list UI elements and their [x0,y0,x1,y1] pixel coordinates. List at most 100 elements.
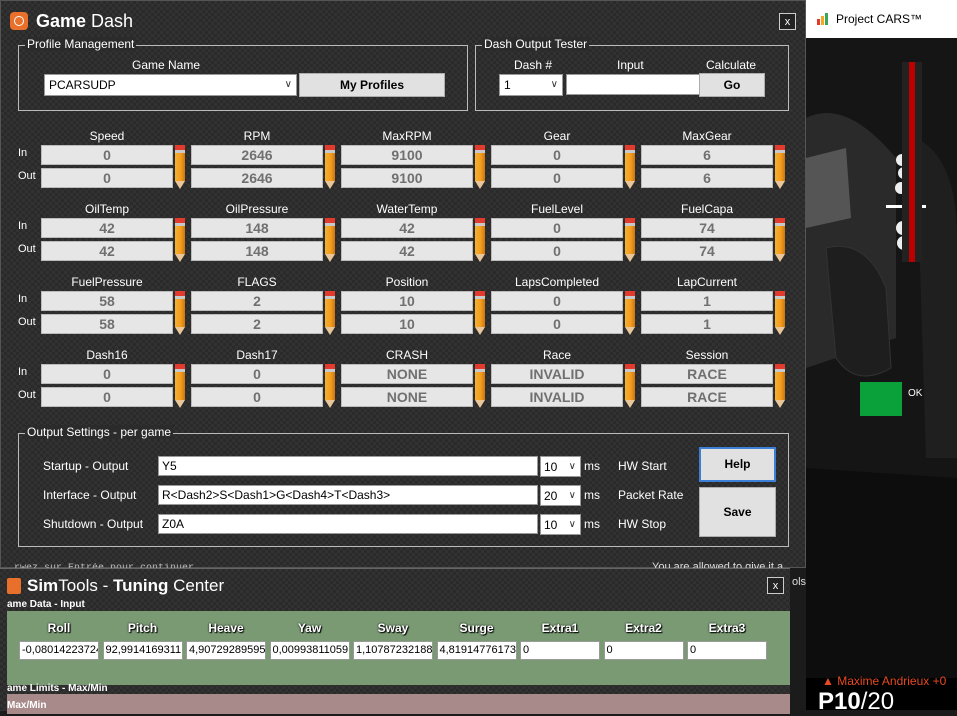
game-data-section-label: ame Data - Input [7,599,85,610]
edit-pencil-icon[interactable] [775,218,785,262]
channel-in-value: 0 [491,145,623,165]
row-label-out: Out [18,389,36,401]
close-button[interactable]: x [779,13,796,30]
interface-output-field[interactable]: R<Dash2>S<Dash1>G<Dash4>T<Dash3> [158,485,538,505]
game-dash-app-icon [10,12,28,30]
edit-pencil-icon[interactable] [625,218,635,262]
edit-pencil-icon[interactable] [175,145,185,189]
edit-pencil-icon[interactable] [625,145,635,189]
channel-label: OilTemp [84,202,129,216]
channel-out-value: 74 [641,241,773,261]
edit-pencil-icon[interactable] [325,364,335,408]
axis-value-field[interactable]: 1,10787232188 [353,641,433,660]
edit-pencil-icon[interactable] [175,364,185,408]
dash-number-label: Dash # [514,58,553,72]
channel-out-value: 9100 [341,168,473,188]
game-name-select[interactable]: PCARSUDP ∨ [44,74,297,96]
edit-pencil-icon[interactable] [475,145,485,189]
channel-in-value: 74 [641,218,773,238]
hw-stop-label: HW Stop [618,517,667,531]
channel-in-value: 1 [641,291,773,311]
axis-value-field[interactable]: 4,81914776173 [436,641,517,660]
row-label-in: In [18,366,28,378]
chevron-down-icon: ∨ [568,461,576,472]
channel-label: CRASH [385,348,428,362]
channel-in-value: RACE [641,364,773,384]
channel-out-value: 42 [341,241,473,261]
group-label: Output Settings - per game [25,425,174,439]
channel-in-value: 148 [191,218,323,238]
my-profiles-button[interactable]: My Profiles [299,73,445,97]
channel-out-value: 0 [41,168,173,188]
packet-rate-label: Packet Rate [618,488,684,502]
edit-pencil-icon[interactable] [175,291,185,335]
channel-in-value: 0 [41,364,173,384]
axis-value-field[interactable]: -0,08014223724 [19,641,99,660]
edit-pencil-icon[interactable] [325,145,335,189]
axis-label: Extra3 [708,621,746,635]
simtools-close-button[interactable]: x [767,577,784,594]
shutdown-output-label: Shutdown - Output [43,517,144,531]
channel-in-value: 42 [341,218,473,238]
axis-value-field[interactable]: 0 [603,641,684,660]
edit-pencil-icon[interactable] [625,291,635,335]
chevron-down-icon: ∨ [568,519,576,530]
axis-label: Pitch [127,621,158,635]
axis-label: Sway [377,621,409,635]
axis-label: Heave [208,621,244,635]
channel-label: Dash17 [236,348,278,362]
race-position: P10/20 [818,688,895,715]
axis-label: Roll [47,621,71,635]
channel-label: Session [685,348,729,362]
channel-in-value: 2 [191,291,323,311]
edit-pencil-icon[interactable] [775,291,785,335]
edit-pencil-icon[interactable] [475,291,485,335]
startup-ms-select[interactable]: 10 ∨ [540,456,581,477]
edit-pencil-icon[interactable] [475,218,485,262]
max-min-label: Max/Min [7,700,47,711]
interface-ms-select[interactable]: 20 ∨ [540,485,581,506]
axis-value-field[interactable]: 4,90729289595 [186,641,266,660]
row-label-out: Out [18,243,36,255]
channel-out-value: 0 [41,387,173,407]
edit-pencil-icon[interactable] [625,364,635,408]
shutdown-ms-select[interactable]: 10 ∨ [540,514,581,535]
channel-in-value: 0 [41,145,173,165]
startup-output-field[interactable]: Y5 [158,456,538,476]
edit-pencil-icon[interactable] [775,145,785,189]
channel-in-value: 0 [491,291,623,311]
shutdown-output-field[interactable]: Z0A [158,514,538,534]
channel-out-value: 2646 [191,168,323,188]
channel-out-value: 42 [41,241,173,261]
channel-in-value: 9100 [341,145,473,165]
edit-pencil-icon[interactable] [325,218,335,262]
edit-pencil-icon[interactable] [775,364,785,408]
channel-in-value: INVALID [491,364,623,384]
edit-pencil-icon[interactable] [175,218,185,262]
axis-label: Yaw [297,621,322,635]
channel-label: OilPressure [225,202,289,216]
edit-pencil-icon[interactable] [475,364,485,408]
save-button[interactable]: Save [699,487,776,537]
axis-value-field[interactable]: 0 [687,641,767,660]
go-button[interactable]: Go [699,73,765,97]
axis-value-field[interactable]: 0,00993811059 [269,641,350,660]
driver-name: ▲ Maxime Andrieux +0 [822,674,947,688]
axis-value-field[interactable]: 0 [520,641,600,660]
chevron-down-icon: ∨ [568,490,576,501]
channel-out-value: 10 [341,314,473,334]
help-button[interactable]: Help [699,447,776,482]
channel-label: Position [385,275,429,289]
channel-in-value: 2646 [191,145,323,165]
edit-pencil-icon[interactable] [325,291,335,335]
dash-number-select[interactable]: 1 ∨ [499,74,563,96]
channel-label: FLAGS [237,275,277,289]
channel-label: LapCurrent [676,275,738,289]
channel-out-value: 6 [641,168,773,188]
channel-label: MaxGear [682,129,732,143]
game-scene [806,38,957,710]
tester-input-field[interactable] [566,74,700,95]
axis-value-field[interactable]: 92,9914169311 [102,641,183,660]
chevron-down-icon: ∨ [284,79,292,90]
window-title: Game Dash [36,11,134,31]
